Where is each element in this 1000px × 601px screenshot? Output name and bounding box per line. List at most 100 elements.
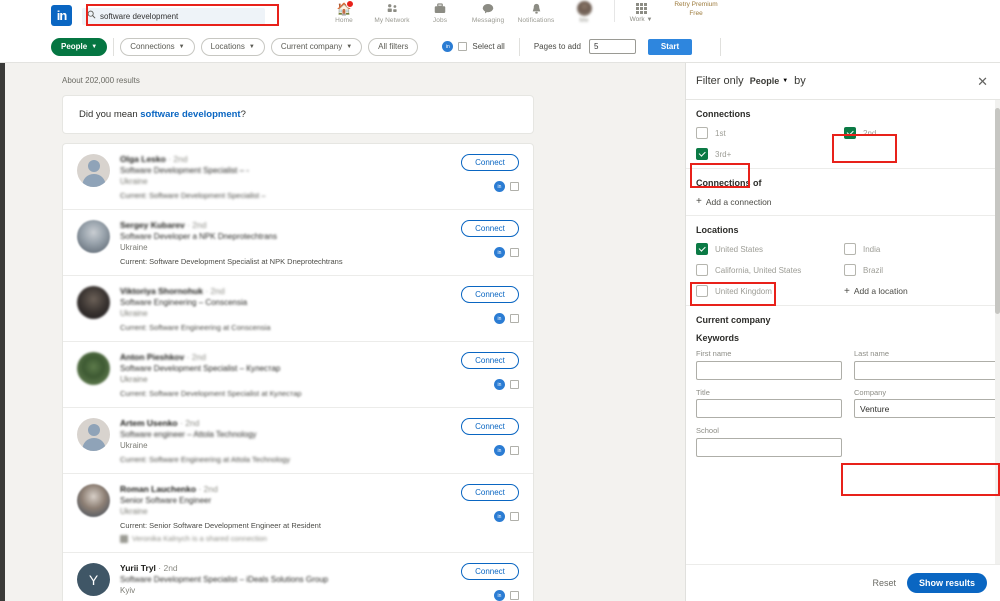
table-row[interactable]: Roman Lauchenko · 2nd Senior Software En… <box>63 474 533 553</box>
notification-badge <box>346 0 354 8</box>
keywords-fields: First name Last name Title Company Ventu… <box>696 349 1000 457</box>
field-label: First name <box>696 349 732 358</box>
panel-scrollbar-track[interactable] <box>995 100 1000 564</box>
panel-scrollbar-thumb[interactable] <box>995 108 1000 314</box>
checkbox-connections-2nd[interactable]: 2nd <box>844 127 992 139</box>
close-icon[interactable]: ✕ <box>977 75 988 88</box>
select-all-checkbox[interactable] <box>458 42 468 51</box>
filter-pill-people[interactable]: People ▼ <box>51 37 108 56</box>
filter-pill-all-filters[interactable]: All filters <box>368 37 419 56</box>
checkbox-label: 2nd <box>863 128 877 138</box>
reset-button[interactable]: Reset <box>872 578 896 588</box>
chevron-down-icon[interactable]: ▼ <box>782 78 788 84</box>
select-all-group: in Select all <box>442 41 505 52</box>
filter-section-current-company: Current company Keywords First name Last… <box>686 306 1000 461</box>
filter-bar: People ▼ Connections ▼ Locations ▼ Curre… <box>0 31 1000 63</box>
checkbox-location-india[interactable]: India <box>844 243 992 255</box>
add-connection-link[interactable]: + Add a connection <box>696 196 990 207</box>
start-button[interactable]: Start <box>648 38 692 55</box>
person-current: Current: Software Development Specialist… <box>120 389 302 398</box>
plus-icon: + <box>696 196 702 207</box>
filter-pill-connections[interactable]: Connections ▼ <box>120 37 195 56</box>
person-name[interactable]: Olga Lesko · 2nd <box>120 154 433 164</box>
nav-item-messaging[interactable]: Messaging <box>464 0 512 24</box>
connect-button[interactable]: Connect <box>461 220 519 237</box>
connect-button[interactable]: Connect <box>461 484 519 501</box>
filter-panel-title-prefix: Filter only <box>696 75 744 87</box>
table-row[interactable]: Y Yurii Tryl · 2nd Software Development … <box>63 553 533 601</box>
checkbox-box <box>696 127 708 139</box>
connect-button[interactable]: Connect <box>461 154 519 171</box>
avatar <box>77 286 110 319</box>
person-name[interactable]: Artem Usenko · 2nd <box>120 418 433 428</box>
person-headline: Software Development Specialist – Кулест… <box>120 364 281 373</box>
avatar <box>77 154 110 187</box>
did-you-mean-link[interactable]: software development <box>140 109 240 120</box>
table-row[interactable]: Sergey Kubarev · 2nd Software Developer … <box>63 210 533 276</box>
last-name-input[interactable] <box>854 360 1000 380</box>
person-name[interactable]: Viktoriya Shornohuk · 2nd <box>120 286 433 296</box>
table-row[interactable]: Olga Lesko · 2nd Software Development Sp… <box>63 144 533 210</box>
table-row[interactable]: Anton Pieshkov · 2nd Software Developmen… <box>63 342 533 408</box>
connect-button[interactable]: Connect <box>461 286 519 303</box>
table-row[interactable]: Viktoriya Shornohuk · 2nd Software Engin… <box>63 276 533 342</box>
add-location-link[interactable]: + Add a location <box>844 285 992 297</box>
row-select-checkbox[interactable] <box>510 314 519 323</box>
avatar: Y <box>77 563 110 596</box>
person-current: Current: Software Development Specialist… <box>120 257 343 266</box>
filter-pill-current-company[interactable]: Current company ▼ <box>270 37 363 56</box>
person-name[interactable]: Yurii Tryl · 2nd <box>120 563 433 573</box>
checkbox-location-brazil[interactable]: Brazil <box>844 264 992 276</box>
extension-icon: in <box>442 41 454 52</box>
row-select-checkbox[interactable] <box>510 380 519 389</box>
keywords-title: Keywords <box>696 333 740 343</box>
nav-divider <box>614 0 615 22</box>
extension-icon: in <box>494 379 505 390</box>
person-current: Current: Software Engineering at Conscen… <box>120 323 271 332</box>
search-input[interactable] <box>82 7 265 25</box>
first-name-input[interactable] <box>696 360 842 380</box>
premium-line-2: Free <box>689 9 703 17</box>
nav-item-me[interactable]: Me <box>560 0 608 24</box>
connect-button[interactable]: Connect <box>461 563 519 580</box>
filter-entity-dropdown[interactable]: People <box>750 76 780 86</box>
select-all-label: Select all <box>472 42 505 51</box>
section-title: Connections <box>696 109 751 119</box>
row-select-checkbox[interactable] <box>510 512 519 521</box>
row-select-checkbox[interactable] <box>510 182 519 191</box>
filter-panel-header: Filter only People ▼ by ✕ <box>686 63 1000 100</box>
person-name[interactable]: Roman Lauchenko · 2nd <box>120 484 433 494</box>
title-input[interactable] <box>696 399 842 418</box>
row-select-checkbox[interactable] <box>510 248 519 257</box>
checkbox-location-california[interactable]: California, United States <box>696 264 844 276</box>
connect-button[interactable]: Connect <box>461 418 519 435</box>
filter-pill-people-label: People <box>61 42 88 51</box>
linkedin-logo[interactable]: in <box>51 4 72 26</box>
show-results-button[interactable]: Show results <box>906 573 987 593</box>
divider <box>113 37 115 56</box>
pages-to-add-input[interactable] <box>589 39 636 54</box>
connect-button[interactable]: Connect <box>461 352 519 369</box>
checkbox-location-united-kingdom[interactable]: United Kingdom <box>696 285 844 297</box>
table-row[interactable]: Artem Usenko · 2nd Software engineer – A… <box>63 408 533 474</box>
checkbox-connections-3rd[interactable]: 3rd+ <box>696 148 844 160</box>
nav-item-home[interactable]: 🏠 Home <box>320 0 368 24</box>
row-select-checkbox[interactable] <box>510 446 519 455</box>
person-headline: Software Engineering – Conscensia <box>120 298 248 307</box>
premium-promo[interactable]: Retry Premium Free <box>665 0 727 18</box>
checkbox-label: 1st <box>715 128 726 138</box>
checkbox-location-united-states[interactable]: United States <box>696 243 844 255</box>
nav-item-my-network[interactable]: My Network <box>368 0 416 24</box>
checkbox-connections-1st[interactable]: 1st <box>696 127 844 139</box>
nav-item-jobs[interactable]: Jobs <box>416 0 464 24</box>
company-input[interactable] <box>854 399 1000 418</box>
person-name[interactable]: Sergey Kubarev · 2nd <box>120 220 433 230</box>
school-input[interactable] <box>696 437 842 457</box>
filter-section-connections-of: Connections of + Add a connection <box>686 169 1000 216</box>
extension-icon: in <box>494 590 505 601</box>
row-select-checkbox[interactable] <box>510 591 519 600</box>
filter-pill-locations[interactable]: Locations ▼ <box>200 37 265 56</box>
person-name[interactable]: Anton Pieshkov · 2nd <box>120 352 433 362</box>
nav-item-work[interactable]: Work ▼ <box>621 0 661 23</box>
nav-item-notifications[interactable]: Notifications <box>512 0 560 24</box>
